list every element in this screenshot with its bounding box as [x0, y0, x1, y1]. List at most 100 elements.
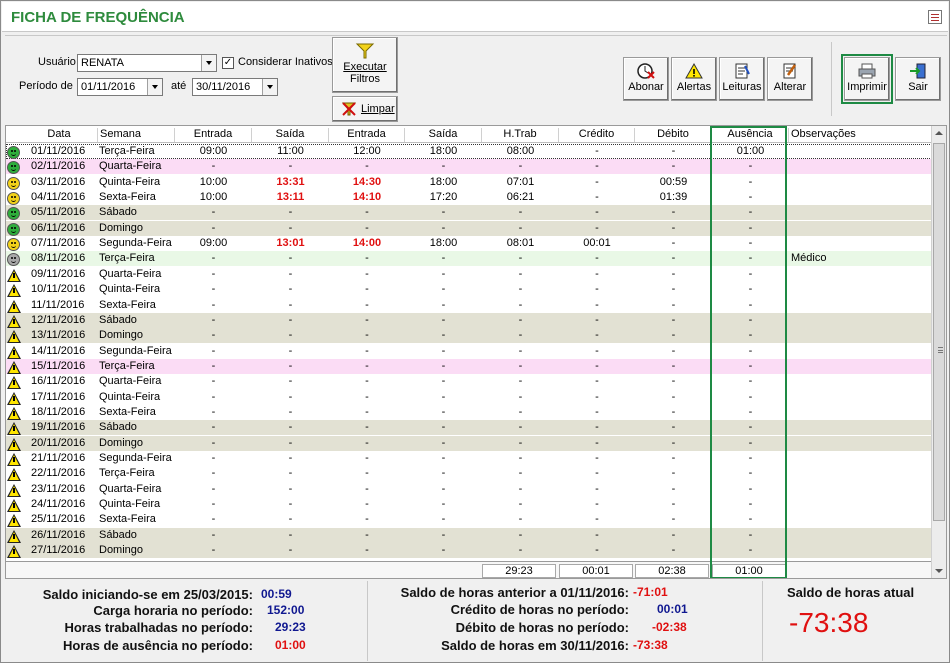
table-row[interactable]: 03/11/2016 Quinta-Feira 10:00 13:31 14:30 18:…	[6, 175, 932, 190]
table-row[interactable]: 18/11/2016 Sexta-Feira - - - - - - - -	[6, 405, 932, 420]
table-row[interactable]: 10/11/2016 Quinta-Feira - - - - - - - -	[6, 282, 932, 298]
cell-db: -	[671, 513, 676, 526]
table-row[interactable]: 09/11/2016 Quarta-Feira - - - - - - - -	[6, 267, 932, 282]
periodo-de-field[interactable]: 01/11/2016	[77, 78, 163, 96]
table-row[interactable]: 12/11/2016 Sábado - - - - - - - -	[6, 312, 932, 328]
col-entrada-1[interactable]: Entrada	[175, 128, 252, 142]
cell-date: 20/11/2016	[31, 436, 86, 449]
table-row[interactable]: 22/11/2016 Terça-Feira - - - - - - - -	[6, 466, 932, 482]
limpar-button[interactable]: Limpar	[332, 96, 398, 122]
cell-ht: -	[518, 452, 523, 464]
cell-cr: -	[595, 528, 599, 541]
inativos-label: Considerar Inativos	[238, 56, 333, 68]
table-row[interactable]: 17/11/2016 Quinta-Feira - - - - - - - -	[6, 390, 932, 405]
cell-day: Segunda-Feira	[99, 344, 172, 357]
warning-icon	[6, 406, 21, 421]
col-htrab[interactable]: H.Trab	[482, 128, 559, 142]
scroll-thumb[interactable]	[933, 143, 945, 521]
cell-s1: 11:00	[277, 145, 304, 157]
chevron-down-icon[interactable]	[147, 79, 162, 95]
table-row[interactable]: 23/11/2016 Quarta-Feira - - - - - - - -	[6, 482, 932, 497]
ficha-frequencia-window: FICHA DE FREQUÊNCIA Usuário RENATA ✓ Con…	[0, 0, 950, 663]
cell-cr: -	[595, 405, 599, 418]
cell-s1: -	[288, 252, 293, 265]
cell-e2: -	[365, 298, 369, 311]
table-row[interactable]: 15/11/2016 Terça-Feira - - - - - - - -	[6, 358, 932, 374]
chevron-down-icon[interactable]	[201, 55, 216, 71]
cell-ht: -	[518, 283, 523, 296]
cell-s2: -	[441, 436, 446, 449]
deb-value: -02:38	[652, 620, 687, 634]
col-entrada-2[interactable]: Entrada	[329, 128, 405, 142]
cell-cr: -	[595, 436, 599, 449]
leituras-button[interactable]: Leituras	[719, 57, 765, 101]
table-row[interactable]: 13/11/2016 Domingo - - - - - - - -	[6, 328, 932, 344]
cell-e1: -	[211, 283, 216, 296]
cell-date: 18/11/2016	[31, 405, 86, 418]
cell-db: -	[671, 482, 676, 495]
table-row[interactable]: 11/11/2016 Sexta-Feira - - - - - - - -	[6, 298, 932, 313]
col-observacoes[interactable]: Observações	[789, 128, 932, 142]
cell-e1: -	[211, 436, 216, 449]
vertical-scrollbar[interactable]	[931, 126, 946, 578]
ausencia-column-highlight	[710, 126, 787, 578]
table-row[interactable]: 04/11/2016 Sexta-Feira 10:00 13:11 14:10 17:2…	[6, 190, 932, 206]
abonar-button[interactable]: Abonar	[623, 57, 669, 101]
cell-cr: -	[595, 191, 599, 204]
cell-s2: -	[441, 252, 446, 265]
table-row[interactable]: 06/11/2016 Domingo - - - - - - - -	[6, 220, 932, 236]
executar-filtros-button[interactable]: Executar Filtros	[332, 37, 398, 93]
cell-db: -	[671, 252, 676, 265]
sair-button[interactable]: Sair	[895, 57, 941, 101]
col-debito[interactable]: Débito	[635, 128, 712, 142]
scroll-up-icon[interactable]	[935, 131, 943, 135]
menu-icon[interactable]	[928, 10, 942, 24]
table-row[interactable]: 08/11/2016 Terça-Feira - - - - - - - - Médico	[6, 251, 932, 267]
cell-e2: -	[365, 375, 369, 388]
table-row[interactable]: 24/11/2016 Quinta-Feira - - - - - - - -	[6, 497, 932, 513]
cell-s1: -	[288, 498, 293, 511]
cell-cr: -	[595, 359, 599, 372]
cell-day: Domingo	[99, 436, 144, 449]
alertas-button[interactable]: Alertas	[671, 57, 717, 101]
periodo-ate-field[interactable]: 30/11/2016	[192, 78, 278, 96]
table-row[interactable]: 05/11/2016 Sábado - - - - - - - -	[6, 205, 932, 221]
warning-icon	[6, 467, 21, 482]
table-row[interactable]: 26/11/2016 Sábado - - - - - - - -	[6, 527, 932, 543]
col-saida-2[interactable]: Saída	[405, 128, 482, 142]
table-row[interactable]: 02/11/2016 Quarta-Feira - - - - - - - -	[6, 159, 932, 175]
inativos-checkbox[interactable]: ✓	[222, 57, 234, 69]
cell-db: -	[671, 390, 676, 403]
table-row[interactable]: 07/11/2016 Segunda-Feira 09:00 13:01 14:00 18…	[6, 236, 932, 252]
table-row[interactable]: 21/11/2016 Segunda-Feira - - - - - - - -	[6, 451, 932, 466]
frequencia-grid[interactable]: Data Semana Entrada Saída Entrada Saída …	[5, 125, 947, 579]
table-row[interactable]: 25/11/2016 Sexta-Feira - - - - - - - -	[6, 512, 932, 528]
cell-cr: -	[595, 252, 599, 265]
cell-s1: -	[288, 221, 293, 234]
table-row[interactable]: 19/11/2016 Sábado - - - - - - - -	[6, 420, 932, 436]
cell-db: -	[671, 221, 676, 234]
table-row[interactable]: 01/11/2016 Terça-Feira 09:00 11:00 12:00 18:0…	[6, 144, 932, 159]
smiley-icon	[6, 206, 21, 221]
table-row[interactable]: 14/11/2016 Segunda-Feira - - - - - - - -	[6, 344, 932, 359]
cell-day: Terça-Feira	[99, 467, 155, 480]
alterar-button[interactable]: Alterar	[767, 57, 813, 101]
cell-s2: 18:00	[429, 175, 458, 188]
usuario-select[interactable]: RENATA	[77, 54, 217, 72]
table-row[interactable]: 27/11/2016 Domingo - - - - - - - -	[6, 543, 932, 559]
col-saida-1[interactable]: Saída	[252, 128, 329, 142]
table-row[interactable]: 20/11/2016 Domingo - - - - - - - -	[6, 435, 932, 451]
col-semana[interactable]: Semana	[98, 128, 175, 142]
cell-e1: -	[211, 221, 216, 234]
table-row[interactable]: 16/11/2016 Quarta-Feira - - - - - - - -	[6, 374, 932, 390]
chevron-down-icon[interactable]	[262, 79, 277, 95]
scroll-down-icon[interactable]	[935, 569, 943, 573]
cell-day: Quarta-Feira	[99, 482, 162, 495]
cell-db: -	[671, 313, 676, 326]
col-credito[interactable]: Crédito	[559, 128, 635, 142]
cell-s2: -	[441, 405, 446, 418]
abonar-label: Abonar	[628, 81, 664, 93]
col-data[interactable]: Data	[21, 128, 98, 142]
cell-db: -	[671, 145, 676, 157]
cell-s2: -	[441, 298, 446, 311]
